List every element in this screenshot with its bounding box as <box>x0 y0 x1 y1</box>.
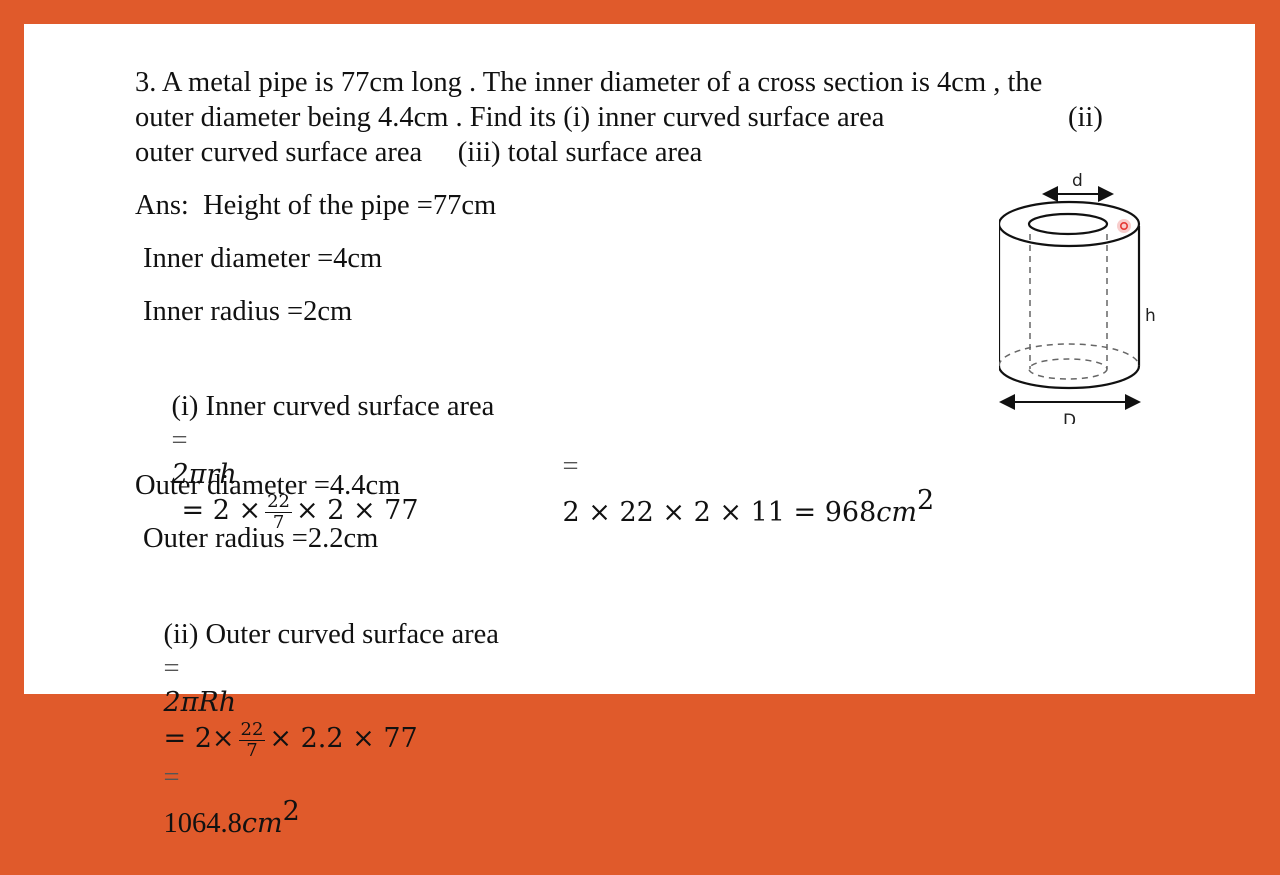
inner-csa-label: (i) Inner curved surface area <box>171 391 495 422</box>
unit-power: 2 <box>917 485 935 516</box>
outer-csa-formula: 2πRh <box>163 687 237 718</box>
pointer-glow <box>1117 219 1131 233</box>
pipe-diagram-svg: d h D <box>997 171 1156 431</box>
answer-height: Ans: Height of the pipe =77cm <box>135 190 497 221</box>
outer-csa-unit: cm <box>241 808 283 839</box>
outer-bottom-back <box>998 343 1140 367</box>
question-line-1: 3. A metal pipe is 77cm long . The inner… <box>135 67 1043 98</box>
fraction-numerator: 22 <box>238 719 266 741</box>
unit-power: 2 <box>282 796 300 827</box>
outer-bottom-front <box>997 365 1141 390</box>
answer-inner-diameter: Inner diameter =4cm <box>143 243 383 274</box>
inner-csa-unit: cm <box>876 497 917 528</box>
answer-inner-radius: Inner radius =2cm <box>143 296 353 327</box>
outer-csa-expr-a: = 2× <box>163 723 235 755</box>
equals-sign: = <box>163 762 180 793</box>
slide-page: 3. A metal pipe is 77cm long . The inner… <box>24 24 1255 839</box>
outer-csa-fraction: 22 7 <box>238 719 266 761</box>
equals-sign: = <box>562 451 579 482</box>
equals-sign: = <box>163 653 180 684</box>
answer-outer-diameter: Outer diameter =4.4cm <box>135 470 401 501</box>
inner-bottom-ellipse <box>1028 358 1108 380</box>
equals-sign: = <box>171 425 188 456</box>
answer-outer-radius: Outer radius =2.2cm <box>143 523 379 554</box>
outer-csa-label: (ii) Outer curved surface area <box>163 619 499 650</box>
outer-csa-result: 1064.8 <box>163 808 242 839</box>
question-part-ii-label: (ii) <box>1068 102 1103 133</box>
label-d: d <box>1072 171 1083 191</box>
label-h: h <box>1145 306 1156 326</box>
inner-csa-step-2-expr: 2 × 22 × 2 × 11 = 968 <box>562 497 877 528</box>
outer-csa-line: (ii) Outer curved surface area = 2πRh = … <box>135 584 499 875</box>
outer-csa-expr-b: × 2.2 × 77 <box>269 723 418 755</box>
question-line-3: outer curved surface area (iii) total su… <box>135 137 703 168</box>
inner-top-ellipse <box>1027 212 1109 236</box>
inner-csa-step-2: = 2 × 22 × 2 × 11 = 968cm2 <box>534 416 935 564</box>
label-D: D <box>1063 411 1076 424</box>
pipe-diagram: d h D <box>997 164 1179 431</box>
question-line-2: outer diameter being 4.4cm . Find its (i… <box>135 102 885 133</box>
fraction-denominator: 7 <box>246 740 258 761</box>
